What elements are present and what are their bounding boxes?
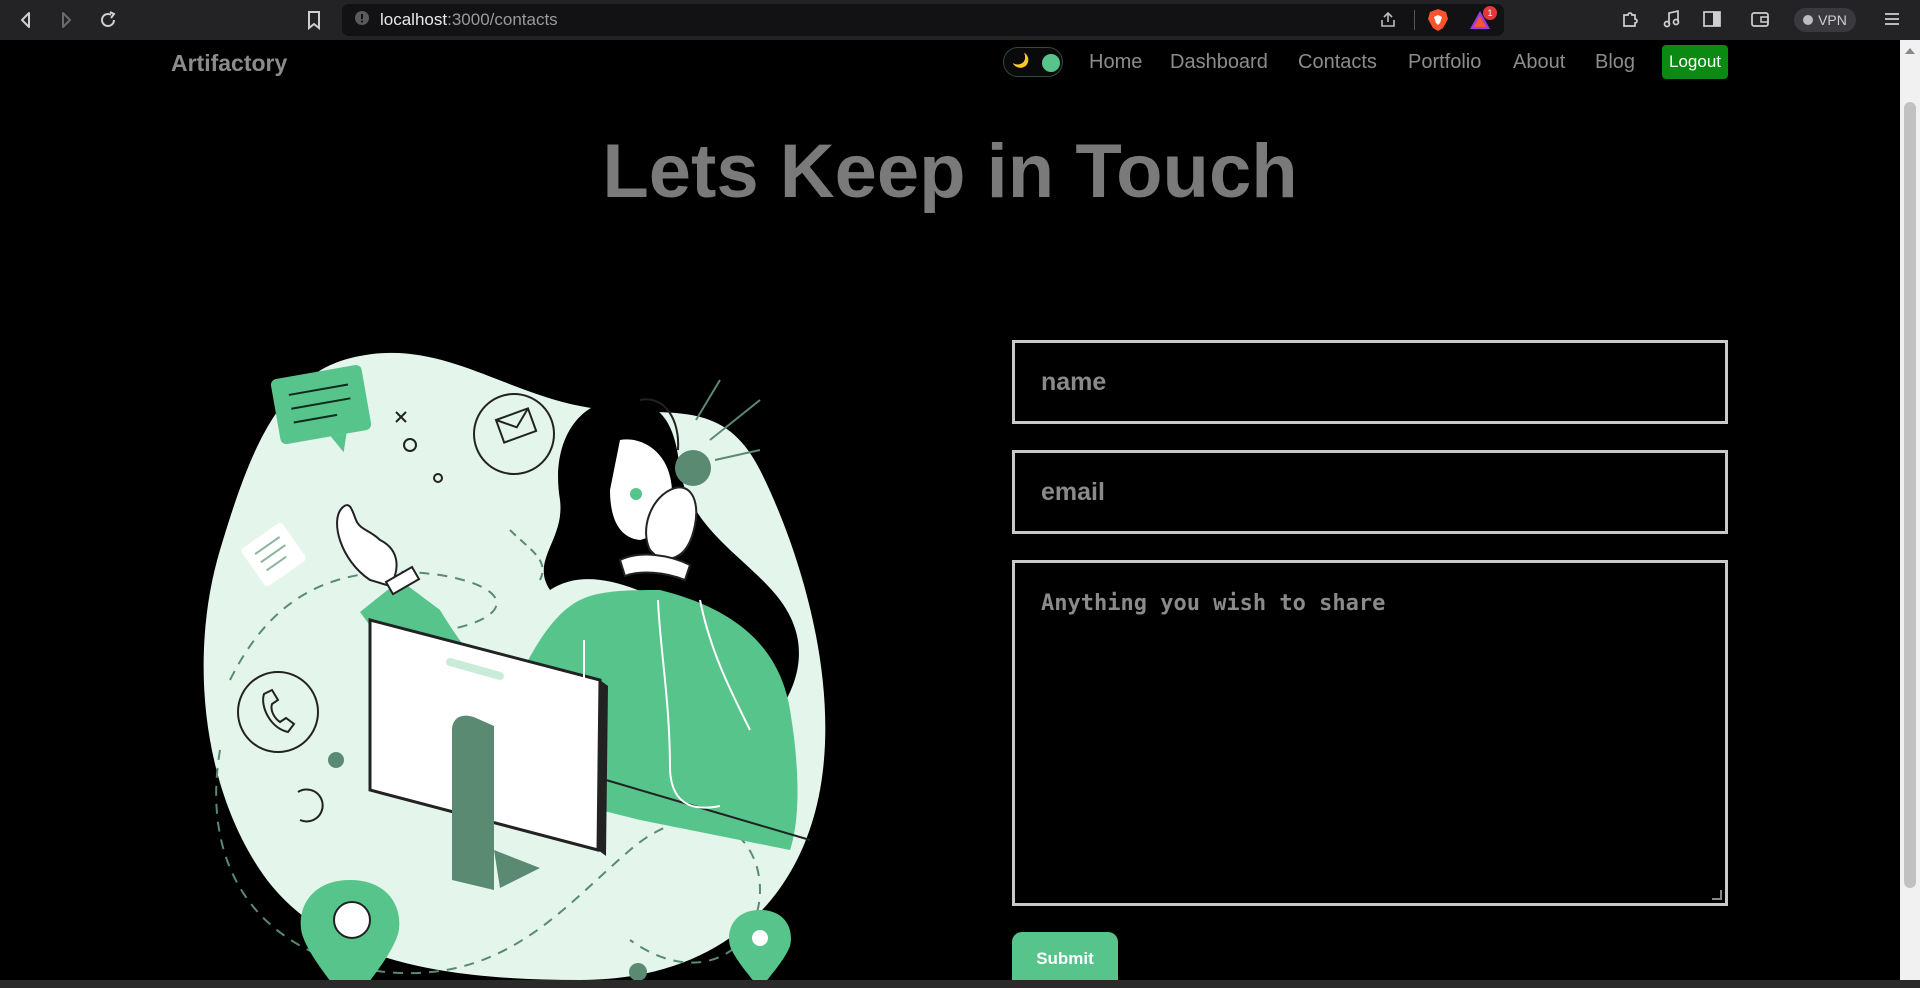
nav-dashboard[interactable]: Dashboard xyxy=(1170,51,1268,74)
name-input[interactable]: name xyxy=(1012,340,1728,424)
message-textarea[interactable]: Anything you wish to share xyxy=(1012,560,1728,906)
bottom-strip xyxy=(0,980,1920,988)
email-input[interactable]: email xyxy=(1012,450,1728,534)
brand-logo[interactable]: Artifactory xyxy=(171,50,287,77)
submit-button[interactable]: Submit xyxy=(1012,932,1118,980)
logout-button[interactable]: Logout xyxy=(1662,45,1728,79)
share-icon[interactable] xyxy=(1378,10,1398,35)
toggle-knob xyxy=(1042,54,1060,72)
vpn-status-icon xyxy=(1803,15,1814,25)
sidebar-icon[interactable] xyxy=(1700,8,1724,32)
forward-icon[interactable] xyxy=(54,8,78,32)
nav-home[interactable]: Home xyxy=(1089,51,1142,74)
nav-blog[interactable]: Blog xyxy=(1595,51,1635,74)
wallet-icon[interactable] xyxy=(1748,8,1772,32)
page-title: Lets Keep in Touch xyxy=(602,129,1298,214)
vpn-label: VPN xyxy=(1818,12,1847,28)
bookmark-icon[interactable] xyxy=(302,8,326,32)
divider xyxy=(1414,10,1415,30)
page: Artifactory 🌙 Home Dashboard Contacts Po… xyxy=(0,40,1900,980)
notification-badge: 1 xyxy=(1483,6,1497,20)
contact-illustration xyxy=(200,350,860,980)
extensions-icon[interactable] xyxy=(1618,8,1642,32)
menu-icon[interactable] xyxy=(1880,8,1904,32)
theme-toggle[interactable]: 🌙 xyxy=(1003,47,1063,77)
message-placeholder: Anything you wish to share xyxy=(1041,591,1386,616)
url-host: localhost xyxy=(380,10,448,29)
url-path: :3000/contacts xyxy=(447,10,558,29)
scroll-thumb[interactable] xyxy=(1904,102,1916,888)
browser-toolbar: localhost :3000/contacts 1 VPN xyxy=(0,0,1920,40)
nav-portfolio[interactable]: Portfolio xyxy=(1408,51,1481,74)
resize-handle[interactable] xyxy=(1712,890,1722,900)
media-icon[interactable] xyxy=(1660,8,1684,32)
nav-contacts[interactable]: Contacts xyxy=(1298,51,1377,74)
vpn-button[interactable]: VPN xyxy=(1794,8,1856,32)
address-bar[interactable]: localhost :3000/contacts 1 xyxy=(342,4,1504,36)
page-scrollbar[interactable] xyxy=(1900,40,1920,980)
scroll-up-icon[interactable] xyxy=(1905,48,1915,54)
site-info-icon[interactable] xyxy=(354,10,370,31)
nav-about[interactable]: About xyxy=(1513,51,1565,74)
moon-icon: 🌙 xyxy=(1012,52,1030,68)
reload-icon[interactable] xyxy=(96,8,120,32)
brave-shield-icon[interactable] xyxy=(1427,8,1449,37)
back-icon[interactable] xyxy=(14,8,38,32)
